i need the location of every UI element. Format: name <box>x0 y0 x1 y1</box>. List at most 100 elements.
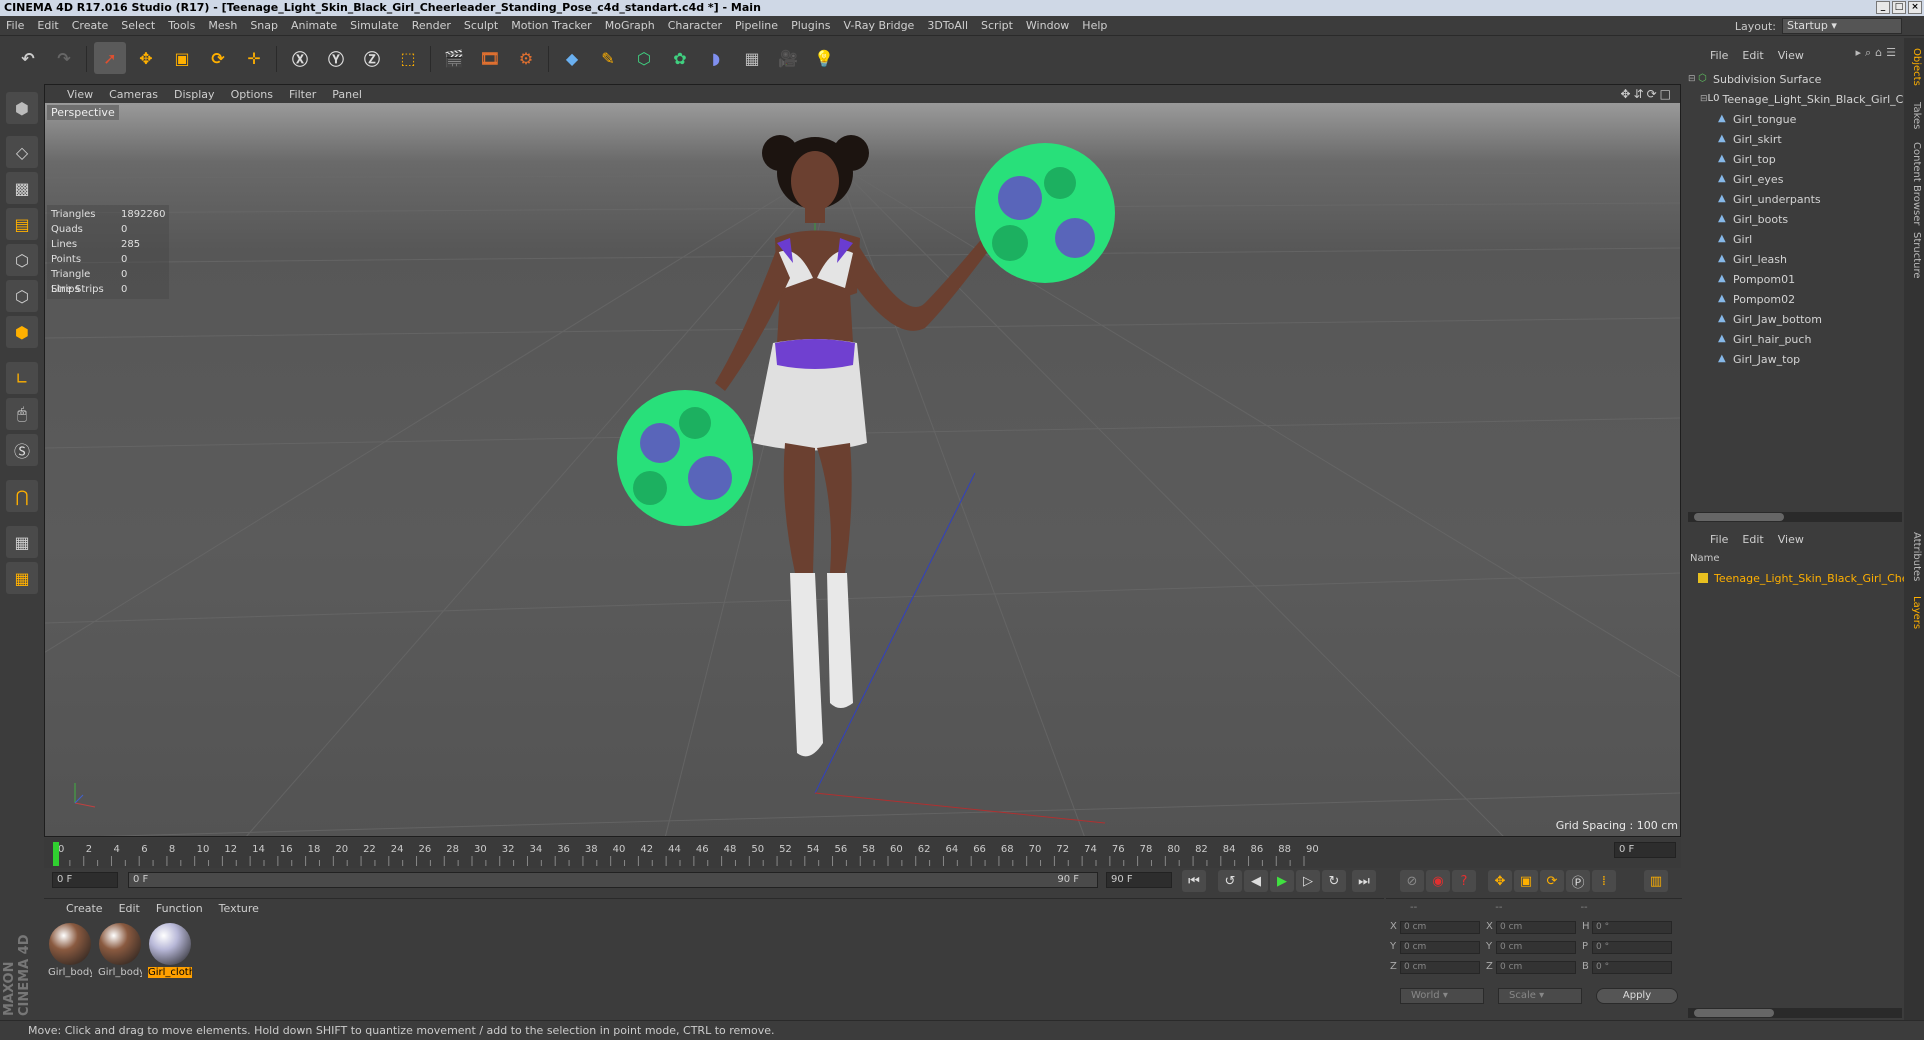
pompom-left[interactable] <box>617 390 753 526</box>
menu-script[interactable]: Script <box>981 19 1013 32</box>
menu-render[interactable]: Render <box>412 19 451 32</box>
camera-label[interactable]: Perspective <box>47 105 119 120</box>
render-view-icon[interactable]: 🎬 <box>438 42 470 74</box>
transform-tool-icon[interactable]: ✛ <box>238 42 270 74</box>
timeline-playhead[interactable] <box>53 842 59 866</box>
floor-icon[interactable]: ▦ <box>736 42 768 74</box>
menu-v-ray-bridge[interactable]: V-Ray Bridge <box>843 19 914 32</box>
tab-attributes[interactable]: Attributes <box>1906 532 1922 581</box>
previous-key-icon[interactable]: ↺ <box>1218 870 1242 892</box>
object-item[interactable]: ▲ Girl_boots <box>1718 209 1924 229</box>
size-field[interactable]: 0 cm <box>1496 941 1576 954</box>
render-picture-viewer-icon[interactable]: 🎞 <box>474 42 506 74</box>
close-button[interactable]: × <box>1908 1 1922 14</box>
z-axis-icon[interactable]: Ⓩ <box>356 42 388 74</box>
menu-mograph[interactable]: MoGraph <box>605 19 655 32</box>
menu-create[interactable]: Create <box>72 19 109 32</box>
size-field[interactable]: 0 cm <box>1496 921 1576 934</box>
object-item[interactable]: ▲ Girl <box>1718 229 1924 249</box>
render-settings-icon[interactable]: ⚙ <box>510 42 542 74</box>
object-item[interactable]: ▲ Girl_top <box>1718 149 1924 169</box>
object-item[interactable]: ▲ Girl_tongue <box>1718 109 1924 129</box>
workplane-mode-icon[interactable]: ▤ <box>6 208 38 240</box>
texture-mode-icon[interactable]: ▩ <box>6 172 38 204</box>
object-item[interactable]: ▲ Girl_underpants <box>1718 189 1924 209</box>
deformer-icon[interactable]: ◗ <box>700 42 732 74</box>
menu-tools[interactable]: Tools <box>168 19 195 32</box>
menu-motion-tracker[interactable]: Motion Tracker <box>511 19 591 32</box>
menu-edit[interactable]: Edit <box>37 19 58 32</box>
layer-menu-edit[interactable]: Edit <box>1742 533 1763 546</box>
object-item[interactable]: ▲ Pompom02 <box>1718 289 1924 309</box>
timeline-window-icon[interactable]: ▥ <box>1644 870 1668 892</box>
key-position-icon[interactable]: ✥ <box>1488 870 1512 892</box>
material-menu-edit[interactable]: Edit <box>119 902 140 915</box>
edges-mode-icon[interactable]: ⬡ <box>6 280 38 312</box>
y-axis-icon[interactable]: Ⓨ <box>320 42 352 74</box>
tab-content-browser[interactable]: Content Browser <box>1906 142 1922 225</box>
viewport-menu-options[interactable]: Options <box>231 88 273 101</box>
object-item[interactable]: ▲ Girl_Jaw_top <box>1718 349 1924 369</box>
scale-tool-icon[interactable]: ▣ <box>166 42 198 74</box>
viewport-menu-cameras[interactable]: Cameras <box>109 88 158 101</box>
autokey-icon[interactable]: ◉ <box>1426 870 1450 892</box>
next-key-icon[interactable]: ↻ <box>1322 870 1346 892</box>
menu-select[interactable]: Select <box>121 19 155 32</box>
layout-dropdown[interactable]: Startup ▾ <box>1782 18 1902 34</box>
menu-window[interactable]: Window <box>1026 19 1069 32</box>
record-keys-icon[interactable]: ⊘ <box>1400 870 1424 892</box>
tab-takes[interactable]: Takes <box>1906 102 1922 129</box>
subdivision-icon[interactable]: ⬡ <box>628 42 660 74</box>
menu-file[interactable]: File <box>6 19 24 32</box>
points-mode-icon[interactable]: ⬡ <box>6 244 38 276</box>
tweak-mode-icon[interactable]: 🖱 <box>6 398 38 430</box>
viewport[interactable]: View Cameras Display Options Filter Panel ✥⇵⟳… <box>44 84 1681 837</box>
size-field[interactable]: 0 cm <box>1496 961 1576 974</box>
coord-mode-dropdown[interactable]: World ▾ <box>1400 988 1484 1004</box>
object-root[interactable]: ⊟ ⬡ Subdivision Surface <box>1688 69 1904 89</box>
object-item[interactable]: ▲ Girl_Jaw_bottom <box>1718 309 1924 329</box>
tab-layers[interactable]: Layers <box>1906 596 1922 629</box>
snap-icon[interactable]: Ⓢ <box>6 434 38 466</box>
rotate-tool-icon[interactable]: ⟳ <box>202 42 234 74</box>
menu-help[interactable]: Help <box>1082 19 1107 32</box>
redo-button[interactable]: ↷ <box>48 42 80 74</box>
material-menu-texture[interactable]: Texture <box>219 902 259 915</box>
viewport-scene[interactable]: Perspective Triangles 1892260 Quads 0 Lines 2… <box>45 103 1680 836</box>
menu-character[interactable]: Character <box>668 19 722 32</box>
layer-menu-view[interactable]: View <box>1778 533 1804 546</box>
timeline-ruler[interactable]: 0 2 4 6 8 10 12 14 16 18 20 22 24 26 28 30 32 34 36 38 40 42 4… <box>44 838 1681 868</box>
tab-objects[interactable]: Objects <box>1906 48 1922 86</box>
menu-sculpt[interactable]: Sculpt <box>464 19 498 32</box>
object-menu-file[interactable]: File <box>1710 49 1728 62</box>
object-manager-toolbar-icons[interactable]: ▸⌕⌂☰ <box>1855 46 1900 60</box>
make-editable-icon[interactable]: ⬢ <box>6 92 38 124</box>
key-rotation-icon[interactable]: ⟳ <box>1540 870 1564 892</box>
light-icon[interactable]: 💡 <box>808 42 840 74</box>
move-tool-icon[interactable]: ✥ <box>130 42 162 74</box>
model-mode-icon[interactable]: ◇ <box>6 136 38 168</box>
viewport-menu-view[interactable]: View <box>67 88 93 101</box>
polygons-mode-icon[interactable]: ⬢ <box>6 316 38 348</box>
pen-spline-icon[interactable]: ✎ <box>592 42 624 74</box>
menu-snap[interactable]: Snap <box>250 19 278 32</box>
minimize-button[interactable]: _ <box>1876 1 1890 14</box>
position-field[interactable]: 0 cm <box>1400 941 1480 954</box>
camera-icon[interactable]: 🎥 <box>772 42 804 74</box>
live-selection-icon[interactable]: ➚ <box>94 42 126 74</box>
material-swatch[interactable]: Girl_cloth <box>148 923 192 978</box>
axis-mode-icon[interactable]: ∟ <box>6 362 38 394</box>
go-to-start-icon[interactable]: ⏮ <box>1182 870 1206 892</box>
key-parameter-icon[interactable]: Ⓟ <box>1566 870 1590 892</box>
menu-pipeline[interactable]: Pipeline <box>735 19 778 32</box>
material-swatch[interactable]: Girl_body <box>48 923 92 978</box>
play-forward-icon[interactable]: ▶ <box>1270 870 1294 892</box>
viewport-nav-icons[interactable]: ✥⇵⟳□ <box>1620 87 1674 101</box>
pompom-right[interactable] <box>975 143 1115 283</box>
rotation-field[interactable]: 0 ° <box>1592 961 1672 974</box>
menu-3dtoall[interactable]: 3DToAll <box>927 19 968 32</box>
key-scale-icon[interactable]: ▣ <box>1514 870 1538 892</box>
lock-workplane-icon[interactable]: ▦ <box>6 526 38 558</box>
object-manager-scrollbar[interactable] <box>1688 512 1902 522</box>
menu-mesh[interactable]: Mesh <box>208 19 237 32</box>
